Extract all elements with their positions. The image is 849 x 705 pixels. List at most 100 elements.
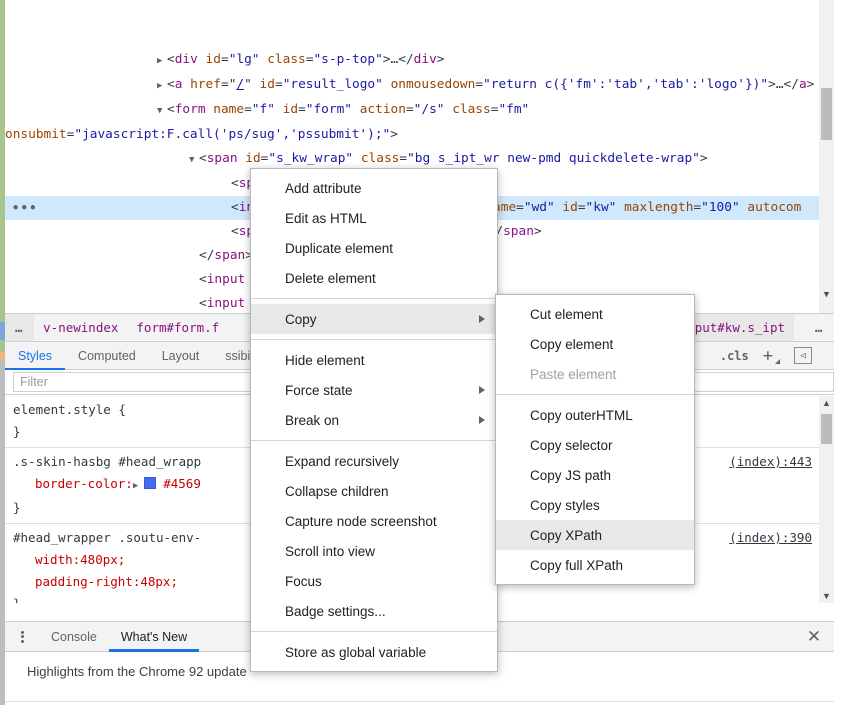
code-token-val: "form" xyxy=(306,102,352,117)
element-context-menu[interactable]: Add attributeEdit as HTML Duplicate eleme… xyxy=(250,168,498,672)
menu-separator xyxy=(496,394,694,395)
code-token-txt: … xyxy=(776,77,784,92)
dom-node[interactable]: ▶<div id="lg" class="s-p-top">…</div> xyxy=(5,48,834,73)
dom-node[interactable]: ▼<form name="f" id="form" action="/s" cl… xyxy=(5,98,834,147)
menu-item-label: Duplicate element xyxy=(285,241,393,256)
menu-item-label: Copy styles xyxy=(530,498,600,513)
more-tools-icon[interactable] xyxy=(5,622,39,651)
declaration-property[interactable]: width: xyxy=(13,549,80,571)
styles-scroll-thumb[interactable] xyxy=(821,414,832,444)
code-token-attr: onmousedown xyxy=(383,77,475,92)
code-token-val: "/s" xyxy=(414,102,445,117)
code-token-attr: action xyxy=(352,102,406,117)
dom-node[interactable]: ▶<a href="/" id="result_logo" onmousedow… xyxy=(5,73,834,98)
code-token-val: "100" xyxy=(701,200,740,215)
submenu-item-copy-full-xpath[interactable]: Copy full XPath xyxy=(496,550,694,580)
code-token-val: "return c({'fm':'tab','tab':'logo'})" xyxy=(483,77,768,92)
menu-item-label: Delete element xyxy=(285,271,376,286)
menu-item-duplicate-element[interactable]: Duplicate element xyxy=(251,233,497,263)
submenu-item-copy-element[interactable]: Copy element xyxy=(496,329,694,359)
code-token-tag: form xyxy=(175,102,206,117)
submenu-item-copy-selector[interactable]: Copy selector xyxy=(496,430,694,460)
node-badge-icon[interactable]: ••• xyxy=(12,196,38,220)
menu-item-store-as-global-variable[interactable]: Store as global variable xyxy=(251,637,497,667)
toggle-sidebar-button[interactable]: ◁ xyxy=(794,347,812,364)
code-token-punc: > xyxy=(534,224,542,239)
code-token-punc: > xyxy=(807,77,815,92)
submenu-item-copy-xpath[interactable]: Copy XPath xyxy=(496,520,694,550)
dom-tree-scrollbar[interactable]: ▼ xyxy=(819,0,834,313)
menu-item-add-attribute[interactable]: Add attribute xyxy=(251,173,497,203)
cls-button[interactable]: .cls xyxy=(720,349,749,363)
breadcrumb-item[interactable]: v-newindex xyxy=(34,314,127,341)
expand-triangle-icon[interactable]: ▶ xyxy=(157,49,167,73)
submenu-item-cut-element[interactable]: Cut element xyxy=(496,299,694,329)
scroll-down-arrow-icon[interactable]: ▼ xyxy=(819,288,834,303)
code-token-val: "s_kw_wrap" xyxy=(268,151,353,166)
code-token-punc: < xyxy=(231,176,239,191)
menu-item-delete-element[interactable]: Delete element xyxy=(251,263,497,293)
submenu-arrow-icon xyxy=(479,386,485,394)
declaration-property[interactable]: padding-right: xyxy=(13,571,140,593)
menu-item-force-state[interactable]: Force state xyxy=(251,375,497,405)
copy-submenu[interactable]: Cut elementCopy elementPaste elementCopy… xyxy=(495,294,695,585)
styles-pane-toolbar[interactable]: .cls + ◁ xyxy=(720,342,834,369)
drawer-tab-whatsnew[interactable]: What's New xyxy=(109,622,199,651)
tab-styles[interactable]: Styles xyxy=(5,342,65,369)
submenu-item-copy-js-path[interactable]: Copy JS path xyxy=(496,460,694,490)
breadcrumb-trailing-overflow-icon[interactable]: … xyxy=(805,314,834,341)
menu-item-badge-settings[interactable]: Badge settings... xyxy=(251,596,497,626)
expand-shorthand-icon[interactable]: ▶ xyxy=(133,481,144,491)
code-token-punc: < xyxy=(199,151,207,166)
menu-item-break-on[interactable]: Break on xyxy=(251,405,497,435)
declaration-property[interactable]: border-color: xyxy=(13,473,133,495)
code-token-punc: < xyxy=(167,52,175,67)
menu-item-expand-recursively[interactable]: Expand recursively xyxy=(251,446,497,476)
menu-item-focus[interactable]: Focus xyxy=(251,566,497,596)
menu-separator xyxy=(251,440,497,441)
drawer-tab-console[interactable]: Console xyxy=(39,622,109,651)
breadcrumb-item[interactable]: form#form.f xyxy=(127,314,228,341)
close-drawer-button[interactable]: ✕ xyxy=(794,622,834,651)
menu-item-scroll-into-view[interactable]: Scroll into view xyxy=(251,536,497,566)
collapse-triangle-icon[interactable]: ▼ xyxy=(157,99,167,123)
menu-separator xyxy=(251,298,497,299)
menu-separator xyxy=(251,631,497,632)
declaration-value[interactable]: 48px xyxy=(140,574,170,589)
submenu-item-copy-styles[interactable]: Copy styles xyxy=(496,490,694,520)
collapse-triangle-icon[interactable]: ▼ xyxy=(189,148,199,172)
code-token-val: "f" xyxy=(252,102,275,117)
code-token-val: "s-p-top" xyxy=(313,52,382,67)
menu-item-hide-element[interactable]: Hide element xyxy=(251,345,497,375)
menu-item-label: Store as global variable xyxy=(285,645,426,660)
code-token-attr: id xyxy=(238,151,261,166)
menu-item-collapse-children[interactable]: Collapse children xyxy=(251,476,497,506)
expand-triangle-icon[interactable]: ▶ xyxy=(157,74,167,98)
code-token-tag: div xyxy=(175,52,198,67)
declaration-value[interactable]: #4569 xyxy=(163,476,201,491)
menu-item-copy[interactable]: Copy xyxy=(251,304,497,334)
code-token-punc: = xyxy=(221,52,229,67)
code-token-punc: > xyxy=(768,77,776,92)
declaration-value[interactable]: 480px xyxy=(80,552,118,567)
code-token-lnk: / xyxy=(236,77,244,92)
menu-item-edit-as-html[interactable]: Edit as HTML xyxy=(251,203,497,233)
tab-layout[interactable]: Layout xyxy=(149,342,213,369)
code-token-attr: id xyxy=(252,77,275,92)
styles-pane-scrollbar[interactable]: ▲ ▼ xyxy=(819,396,834,603)
dom-scroll-thumb[interactable] xyxy=(821,88,832,140)
styles-scroll-up-arrow-icon[interactable]: ▲ xyxy=(819,396,834,411)
breadcrumb-overflow-icon[interactable]: … xyxy=(5,314,34,341)
new-style-rule-button[interactable]: + xyxy=(763,346,780,366)
styles-scroll-down-arrow-icon[interactable]: ▼ xyxy=(819,589,834,603)
code-token-punc: </ xyxy=(199,248,214,263)
code-token-tag: input xyxy=(207,296,246,311)
code-token-val: "lg" xyxy=(229,52,260,67)
menu-item-capture-node-screenshot[interactable]: Capture node screenshot xyxy=(251,506,497,536)
code-token-punc: < xyxy=(231,200,239,215)
style-rule-origin-link[interactable]: (index):390 xyxy=(729,527,812,549)
color-swatch-icon[interactable] xyxy=(144,477,156,489)
submenu-item-copy-outerhtml[interactable]: Copy outerHTML xyxy=(496,400,694,430)
style-rule-origin-link[interactable]: (index):443 xyxy=(729,451,812,473)
tab-computed[interactable]: Computed xyxy=(65,342,149,369)
